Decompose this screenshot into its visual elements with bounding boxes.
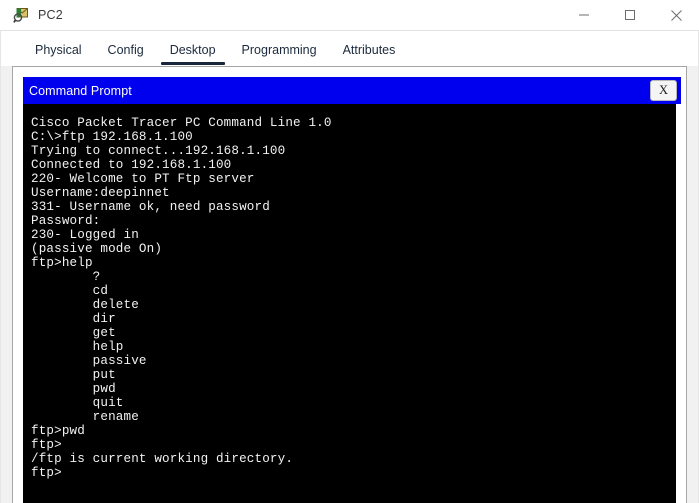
terminal-line: ? <box>31 270 101 284</box>
terminal-line: /ftp is current working directory. <box>31 452 294 466</box>
tab-programming[interactable]: Programming <box>229 33 330 66</box>
tab-programming-underline <box>233 62 326 65</box>
tab-attributes-underline <box>334 62 405 65</box>
window-title: PC2 <box>38 8 63 22</box>
terminal-line: ftp> <box>31 466 62 480</box>
window-frame-left-edge <box>0 31 1 503</box>
tab-config[interactable]: Config <box>95 33 157 66</box>
terminal-line: Trying to connect...192.168.1.100 <box>31 144 286 158</box>
terminal-line: help <box>31 340 124 354</box>
terminal-text: Cisco Packet Tracer PC Command Line 1.0 C… <box>31 116 676 480</box>
terminal-line: Cisco Packet Tracer PC Command Line 1.0 <box>31 116 332 130</box>
maximize-icon <box>625 10 635 20</box>
packet-tracer-pc-icon <box>13 7 30 24</box>
tab-programming-label: Programming <box>241 42 317 57</box>
device-tabbar: Physical Config Desktop Programming Attr… <box>1 31 698 66</box>
terminal-line: rename <box>31 410 139 424</box>
command-prompt-window: Command Prompt X Cisco Packet Tracer PC … <box>23 77 681 503</box>
terminal-line: get <box>31 326 116 340</box>
terminal-line: 331- Username ok, need password <box>31 200 270 214</box>
terminal-line: pwd <box>31 382 116 396</box>
tab-desktop[interactable]: Desktop <box>157 33 229 66</box>
command-prompt-title: Command Prompt <box>29 83 132 98</box>
terminal-line: quit <box>31 396 124 410</box>
terminal-line: delete <box>31 298 139 312</box>
tab-desktop-underline <box>160 62 225 65</box>
tab-desktop-label: Desktop <box>169 42 216 57</box>
desktop-content-panel: Command Prompt X Cisco Packet Tracer PC … <box>12 66 687 503</box>
terminal-line: 230- Logged in <box>31 228 139 242</box>
terminal-line: passive <box>31 354 147 368</box>
terminal-output-area[interactable]: Cisco Packet Tracer PC Command Line 1.0 C… <box>23 104 676 503</box>
tab-config-label: Config <box>107 42 144 57</box>
maximize-button[interactable] <box>607 0 653 30</box>
terminal-line: Connected to 192.168.1.100 <box>31 158 232 172</box>
terminal-line: Password: <box>31 214 101 228</box>
minimize-button[interactable] <box>561 0 607 30</box>
terminal-line: cd <box>31 284 109 298</box>
terminal-line: ftp>pwd <box>31 424 85 438</box>
command-prompt-close-button[interactable]: X <box>650 80 677 101</box>
terminal-line: ftp>help <box>31 256 93 270</box>
tab-physical-underline <box>26 62 91 65</box>
tab-physical[interactable]: Physical <box>22 33 95 66</box>
window-titlebar: PC2 <box>0 0 699 30</box>
terminal-line: 220- Welcome to PT Ftp server <box>31 172 255 186</box>
pc2-device-window: PC2 Physical Config Desktop Programming … <box>0 0 699 503</box>
close-button[interactable] <box>653 0 699 30</box>
tab-config-underline <box>99 62 153 65</box>
window-controls <box>561 0 699 30</box>
terminal-line: ftp> <box>31 438 62 452</box>
terminal-line: dir <box>31 312 116 326</box>
tab-attributes-label: Attributes <box>342 42 396 57</box>
terminal-line: (passive mode On) <box>31 242 163 256</box>
terminal-line: put <box>31 368 116 382</box>
titlebar-left-group: PC2 <box>0 7 561 24</box>
terminal-line: C:\>ftp 192.168.1.100 <box>31 130 193 144</box>
minimize-icon <box>579 14 589 16</box>
tab-physical-label: Physical <box>35 42 82 57</box>
tab-attributes[interactable]: Attributes <box>330 33 409 66</box>
window-body: Physical Config Desktop Programming Attr… <box>0 30 699 503</box>
terminal-line: Username:deepinnet <box>31 186 170 200</box>
close-icon <box>670 9 682 21</box>
command-prompt-titlebar: Command Prompt X <box>23 77 681 104</box>
